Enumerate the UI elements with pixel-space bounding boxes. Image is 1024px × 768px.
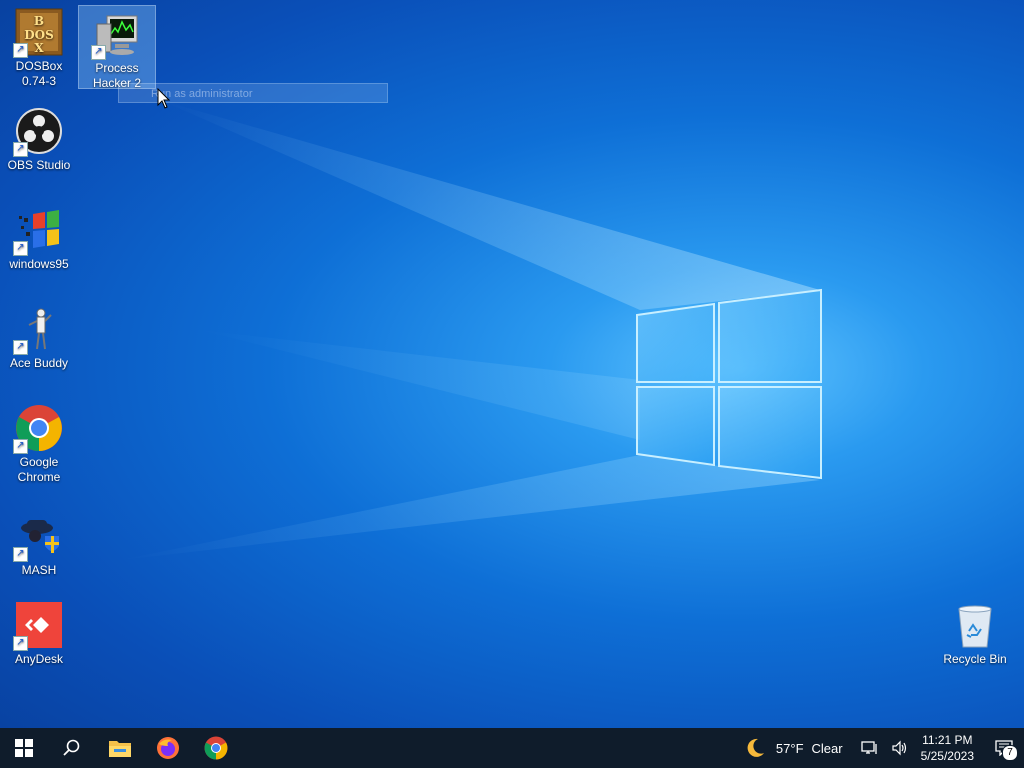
desktop-icon-recycle-bin[interactable]: Recycle Bin [937, 595, 1013, 667]
desktop-icon-label: Recycle Bin [943, 652, 1007, 666]
desktop-icon-label: OBS Studio [7, 158, 71, 172]
chrome-icon: ↗ [13, 404, 63, 454]
desktop-icon-label: MASH [21, 563, 57, 577]
wallpaper-beams [120, 100, 820, 560]
network-icon[interactable] [860, 740, 879, 756]
shortcut-arrow-icon: ↗ [13, 43, 28, 58]
shortcut-arrow-icon: ↗ [91, 45, 106, 60]
search-button[interactable] [48, 728, 96, 768]
desktop-icon-label: Ace Buddy [9, 356, 69, 370]
desktop-icon-label: Google Chrome [17, 455, 61, 484]
desktop-icon-ace-buddy[interactable]: ↗ Ace Buddy [1, 299, 77, 371]
desktop-icon-obs[interactable]: ↗ OBS Studio [1, 101, 77, 173]
anydesk-icon: ↗ [13, 601, 63, 651]
taskbar-file-explorer[interactable] [96, 728, 144, 768]
start-icon [15, 739, 33, 757]
desktop-icon-process-hacker[interactable]: ↗ Process Hacker 2 [78, 5, 156, 90]
desktop-icon-mash[interactable]: ↗ MASH [1, 506, 77, 578]
chrome-icon [204, 736, 228, 760]
desktop-icon-label: DOSBox 0.74-3 [15, 59, 63, 88]
desktop-icon-windows95[interactable]: ↗ windows95 [1, 200, 77, 272]
svg-text:DOS: DOS [24, 28, 54, 42]
svg-text:X: X [34, 41, 44, 55]
firefox-icon [157, 737, 179, 759]
mash-icon: ↗ [13, 512, 63, 562]
ace-buddy-icon: ↗ [13, 305, 63, 355]
system-tray: 57°F Clear 11:21 PM 5/25/2023 7 [744, 728, 1024, 768]
shortcut-arrow-icon: ↗ [13, 636, 28, 651]
clock-time: 11:21 PM [922, 733, 973, 747]
clock-date: 5/25/2023 [920, 749, 974, 763]
clock[interactable]: 11:21 PM 5/25/2023 [921, 732, 974, 764]
start-button[interactable] [0, 728, 48, 768]
search-icon [63, 739, 80, 756]
process-hacker-icon: ↗ [91, 10, 141, 60]
file-explorer-icon [109, 741, 131, 757]
desktop-icon-label: AnyDesk [14, 652, 64, 666]
windows95-icon: ↗ [13, 206, 63, 256]
moon-icon[interactable] [744, 737, 766, 759]
shortcut-arrow-icon: ↗ [13, 241, 28, 256]
taskbar: 57°F Clear 11:21 PM 5/25/2023 7 [0, 728, 1024, 768]
desktop[interactable]: B DOS X ↗ DOSBox 0.74-3 ↗ Process Hacker… [0, 0, 1024, 728]
notification-center-button[interactable]: 7 [984, 728, 1024, 768]
svg-text:B: B [34, 14, 44, 28]
shortcut-arrow-icon: ↗ [13, 142, 28, 157]
desktop-icon-label: windows95 [9, 257, 69, 271]
shortcut-arrow-icon: ↗ [13, 340, 28, 355]
taskbar-firefox[interactable] [144, 728, 192, 768]
windows-logo-wallpaper [636, 288, 822, 480]
recycle-bin-icon [951, 601, 999, 649]
shortcut-arrow-icon: ↗ [13, 547, 28, 562]
shortcut-arrow-icon: ↗ [13, 439, 28, 454]
notification-badge: 7 [1002, 745, 1018, 761]
taskbar-chrome[interactable] [192, 728, 240, 768]
obs-icon: ↗ [13, 107, 63, 157]
desktop-icon-dosbox[interactable]: B DOS X ↗ DOSBox 0.74-3 [1, 2, 77, 89]
weather-condition[interactable]: Clear [812, 741, 843, 756]
desktop-icon-anydesk[interactable]: ↗ AnyDesk [1, 595, 77, 667]
desktop-icon-chrome[interactable]: ↗ Google Chrome [1, 398, 77, 485]
volume-icon[interactable] [891, 740, 909, 756]
weather-temp[interactable]: 57°F [776, 741, 804, 756]
mouse-cursor-icon [157, 88, 171, 109]
dosbox-icon: B DOS X ↗ [13, 8, 63, 58]
